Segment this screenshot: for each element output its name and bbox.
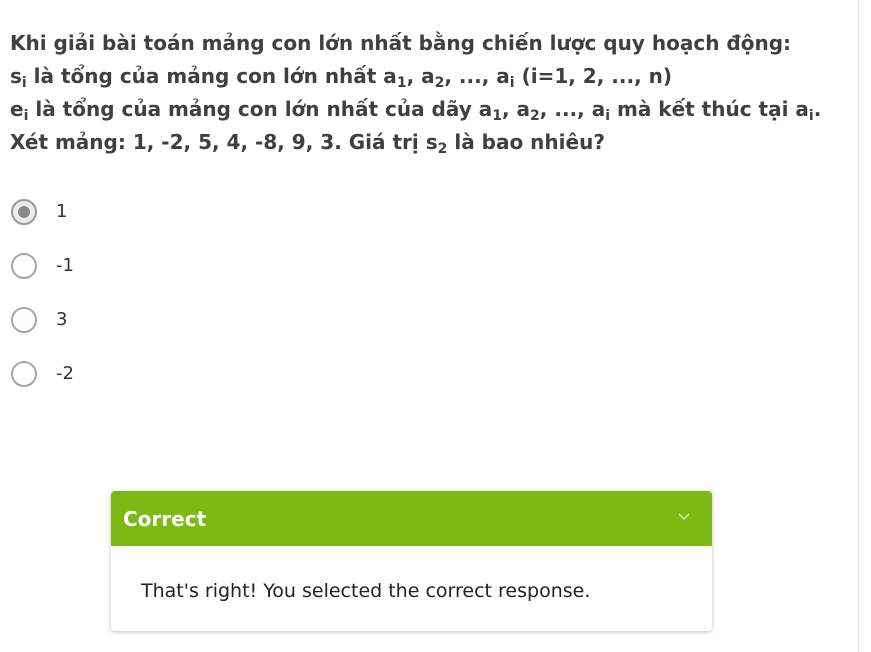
symbol-e: e	[10, 97, 24, 121]
subscript: 2	[530, 108, 540, 124]
question-line-2-text: , ..., a	[444, 64, 510, 88]
subscript: 2	[434, 75, 445, 91]
choice-option-2[interactable]: -1	[11, 249, 211, 303]
symbol-s: s	[10, 64, 22, 88]
radio-button-selected[interactable]	[11, 199, 37, 225]
feedback-panel: Correct That's right! You selected the c…	[111, 491, 712, 631]
feedback-title: Correct	[123, 507, 207, 531]
question-line-4: Xét mảng: 1, -2, 5, 4, -8, 9, 3. Giá trị…	[10, 126, 850, 159]
subscript: 1	[396, 75, 407, 91]
question-line-2-text: (i=1, 2, ..., n)	[514, 64, 673, 88]
answer-choices: 1 -1 3 -2	[11, 195, 211, 411]
question-text: Khi giải bài toán mảng con lớn nhất bằng…	[10, 27, 850, 159]
choice-label: 3	[56, 309, 68, 330]
question-line-3: ei là tổng của mảng con lớn nhất của dãy…	[10, 93, 850, 126]
question-line-2-text: , a	[406, 64, 435, 88]
choice-label: -1	[56, 255, 74, 276]
question-line-3-text: là tổng của mảng con lớn nhất của dãy a	[28, 97, 493, 121]
question-line-3-text: mà kết thúc tại a	[610, 97, 809, 121]
scroll-divider	[858, 0, 859, 652]
subscript: 1	[492, 108, 502, 124]
question-line-2: si là tổng của mảng con lớn nhất a1, a2,…	[10, 60, 850, 93]
choice-label: 1	[56, 201, 68, 222]
choice-label: -2	[56, 363, 74, 384]
radio-button[interactable]	[11, 361, 37, 387]
question-line-4-text: là bao nhiêu?	[447, 130, 605, 154]
choice-option-1[interactable]: 1	[11, 195, 211, 249]
feedback-header[interactable]: Correct	[111, 491, 712, 546]
radio-button[interactable]	[11, 307, 37, 333]
quiz-page: Khi giải bài toán mảng con lớn nhất bằng…	[0, 0, 871, 652]
question-line-1: Khi giải bài toán mảng con lớn nhất bằng…	[10, 27, 850, 60]
question-line-3-text: , a	[501, 97, 531, 121]
question-line-2-text: là tổng của mảng con lớn nhất a	[26, 64, 397, 88]
radio-button[interactable]	[11, 253, 37, 279]
question-line-1-text: Khi giải bài toán mảng con lớn nhất bằng…	[10, 31, 792, 55]
chevron-down-icon[interactable]	[678, 510, 690, 522]
question-line-4-text: Xét mảng: 1, -2, 5, 4, -8, 9, 3. Giá trị…	[10, 130, 438, 154]
choice-option-3[interactable]: 3	[11, 303, 211, 357]
question-line-3-text: , ..., a	[539, 97, 606, 121]
question-line-3-text: .	[813, 97, 822, 121]
feedback-message: That's right! You selected the correct r…	[141, 580, 591, 602]
subscript: 2	[437, 141, 448, 157]
choice-option-4[interactable]: -2	[11, 357, 211, 411]
